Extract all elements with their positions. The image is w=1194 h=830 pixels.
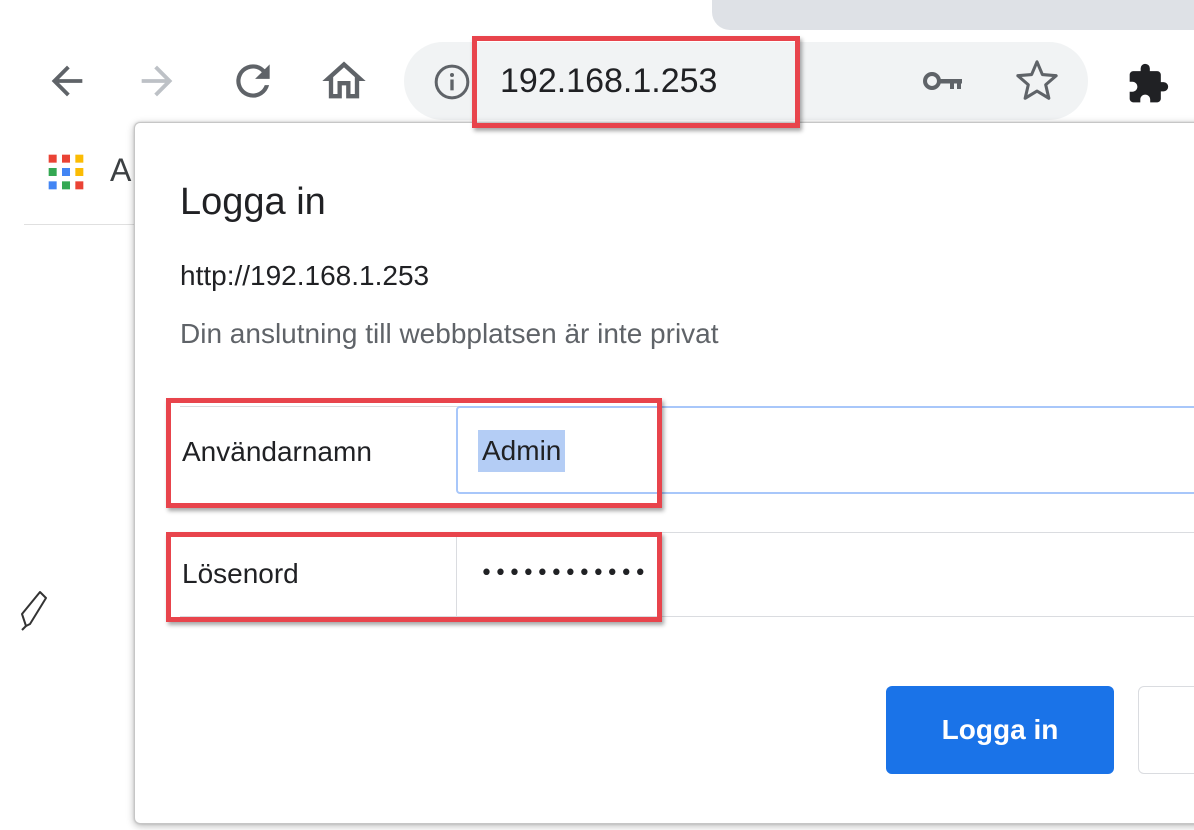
- dialog-origin: http://192.168.1.253: [180, 260, 430, 291]
- cancel-button[interactable]: [1138, 686, 1194, 774]
- reload-icon[interactable]: [228, 56, 278, 106]
- star-icon[interactable]: [1014, 58, 1060, 104]
- field-column-divider: [456, 532, 457, 616]
- url-text[interactable]: 192.168.1.253: [500, 56, 717, 106]
- home-icon[interactable]: [318, 55, 370, 107]
- field-divider: [180, 616, 1194, 617]
- browser-window: 192.168.1.253 A Logga in http://192.168.…: [0, 0, 1194, 830]
- password-label: Lösenord: [182, 558, 299, 589]
- forward-icon[interactable]: [134, 58, 180, 104]
- username-label: Användarnamn: [182, 436, 372, 467]
- tab-strip: [712, 0, 1194, 30]
- back-icon[interactable]: [44, 58, 90, 104]
- dialog-title: Logga in: [180, 181, 326, 223]
- info-icon[interactable]: [432, 62, 472, 102]
- key-icon[interactable]: [922, 68, 966, 94]
- apps-label[interactable]: A: [110, 150, 131, 190]
- apps-icon[interactable]: [46, 152, 86, 192]
- password-value[interactable]: ••••••••••••: [480, 552, 648, 596]
- username-value[interactable]: Admin: [478, 430, 566, 472]
- bookmarks-divider: [24, 224, 136, 225]
- pen-cursor-icon: [21, 591, 47, 631]
- extensions-icon[interactable]: [1126, 62, 1170, 106]
- login-button[interactable]: Logga in: [886, 686, 1114, 774]
- dialog-warning: Din anslutning till webbplatsen är inte …: [180, 318, 719, 349]
- username-field[interactable]: [456, 406, 1194, 494]
